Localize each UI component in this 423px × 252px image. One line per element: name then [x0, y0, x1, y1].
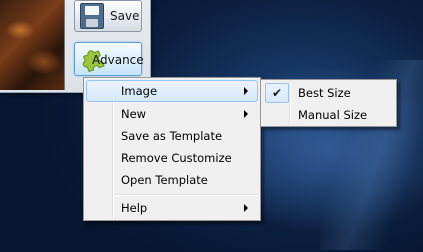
menu-item-label: Save as Template [121, 129, 223, 143]
submenu-arrow-icon [244, 204, 248, 212]
checkmark-box: ✔ [265, 83, 289, 103]
menu-item-save-as-template[interactable]: Save as Template [86, 125, 258, 147]
submenu-item-best-size[interactable]: ✔ Best Size [263, 82, 394, 104]
menu-item-help[interactable]: Help [86, 197, 258, 219]
floppy-disk-icon [80, 3, 104, 29]
menu-item-remove-customize[interactable]: Remove Customize [86, 147, 258, 169]
context-menu: Image New Save as Template Remove Custom… [83, 77, 261, 221]
advance-button[interactable]: Advance [74, 42, 144, 76]
menu-item-label: Image [121, 84, 158, 98]
checkmark-icon: ✔ [272, 86, 283, 100]
menu-item-new[interactable]: New [86, 103, 258, 125]
submenu-arrow-icon [244, 110, 248, 118]
save-button-label: Save [110, 9, 140, 23]
menu-item-open-template[interactable]: Open Template [86, 169, 258, 191]
menu-item-label: Remove Customize [121, 151, 232, 165]
menu-item-image[interactable]: Image [86, 80, 258, 102]
submenu-arrow-icon [244, 87, 248, 95]
submenu-item-label: Manual Size [298, 108, 368, 122]
menu-separator [114, 194, 258, 196]
image-submenu: ✔ Best Size Manual Size [260, 79, 397, 127]
image-preview [0, 0, 65, 90]
advance-button-label: Advance [92, 53, 144, 67]
screen: Save Advance Image New Save as Template … [0, 0, 423, 252]
menu-item-label: Open Template [121, 173, 208, 187]
save-button[interactable]: Save [74, 0, 142, 32]
submenu-item-manual-size[interactable]: Manual Size [263, 104, 394, 126]
menu-item-label: Help [121, 201, 148, 215]
menu-item-label: New [121, 107, 147, 121]
submenu-item-label: Best Size [298, 86, 351, 100]
